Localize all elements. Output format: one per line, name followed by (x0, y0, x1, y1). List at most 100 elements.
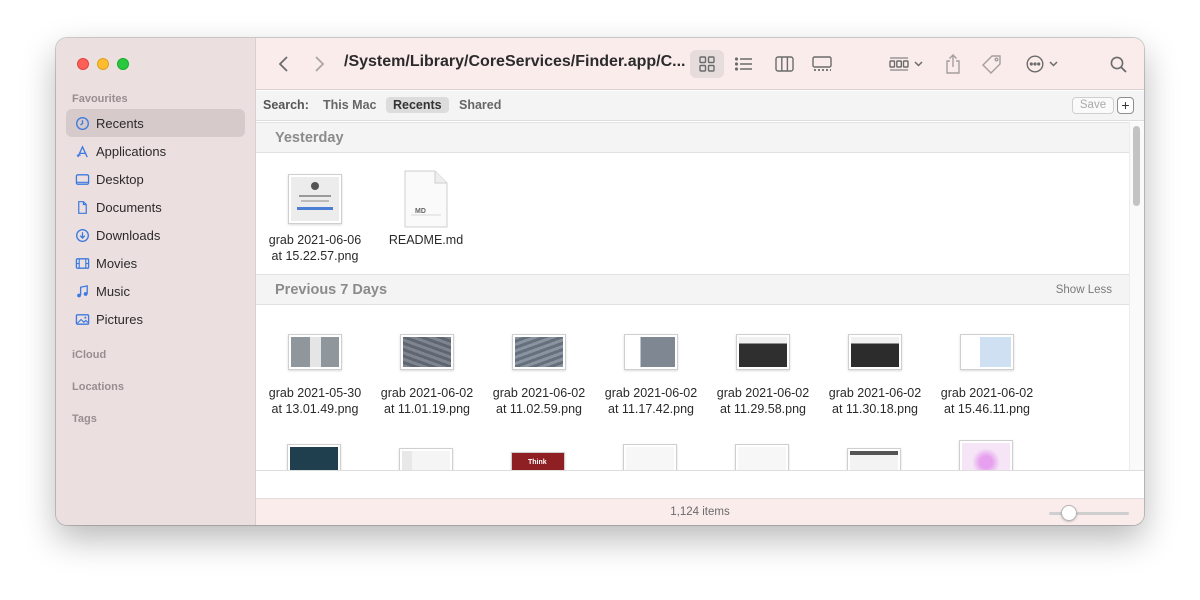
file-name-line: grab 2021-05-30 (268, 386, 362, 400)
download-icon (74, 227, 90, 243)
window-title: /System/Library/CoreServices/Finder.app/… (344, 53, 686, 70)
icloud-heading[interactable]: iCloud (72, 349, 106, 361)
file-item[interactable]: grab 2021-06-06 at 15.22.57.png (260, 168, 370, 264)
action-menu-button[interactable] (1020, 50, 1064, 78)
sidebar-item-pictures[interactable]: Pictures (66, 305, 245, 333)
file-name: grab 2021-06-02 at 11.02.59.png (484, 385, 594, 417)
save-search-button[interactable]: Save (1072, 97, 1114, 114)
chevron-down-icon (914, 61, 923, 67)
sidebar-item-documents[interactable]: Documents (66, 193, 245, 221)
tag-button[interactable] (977, 50, 1007, 78)
scope-this-mac[interactable]: This Mac (316, 97, 384, 113)
file-item[interactable]: grab 2021-06-02 at 11.29.58.png (708, 321, 818, 417)
path-bar (256, 471, 1144, 499)
vertical-scrollbar[interactable] (1129, 122, 1144, 470)
file-name-line: at 11.01.19.png (384, 402, 470, 416)
tags-heading[interactable]: Tags (72, 413, 97, 425)
file-thumbnail[interactable]: Think Tank (511, 452, 565, 470)
file-name-line: grab 2021-06-02 (828, 386, 922, 400)
file-type-badge: MD (415, 208, 426, 215)
photo-icon (74, 311, 90, 327)
sidebar-item-label: Recents (96, 115, 144, 131)
file-thumbnail (708, 321, 818, 383)
file-name-line: grab 2021-06-02 (940, 386, 1034, 400)
status-bar: 1,124 items (256, 470, 1144, 525)
file-item[interactable]: grab 2021-05-30 at 13.01.49.png (260, 321, 370, 417)
close-button[interactable] (77, 58, 89, 70)
locations-heading[interactable]: Locations (72, 381, 124, 393)
file-name: grab 2021-05-30 at 13.01.49.png (260, 385, 370, 417)
list-view-button[interactable] (727, 50, 761, 78)
file-thumbnail[interactable] (287, 444, 341, 470)
scope-recents[interactable]: Recents (386, 97, 449, 113)
file-thumbnail[interactable] (959, 440, 1013, 470)
sidebar-item-downloads[interactable]: Downloads (66, 221, 245, 249)
group-grid-icon (889, 57, 909, 71)
show-less-button[interactable]: Show Less (1056, 284, 1112, 296)
group-title: Yesterday (275, 130, 344, 146)
file-name: grab 2021-06-02 at 15.46.11.png (932, 385, 1042, 417)
file-name-line: grab 2021-06-02 (380, 386, 474, 400)
search-button[interactable] (1104, 50, 1132, 78)
icon-size-slider-knob[interactable] (1061, 505, 1077, 521)
tag-icon (982, 55, 1001, 74)
file-name-line: grab 2021-06-02 (716, 386, 810, 400)
clock-icon (74, 115, 90, 131)
sidebar-item-movies[interactable]: Movies (66, 249, 245, 277)
sidebar-item-music[interactable]: Music (66, 277, 245, 305)
file-name-line: at 15.46.11.png (944, 402, 1030, 416)
sidebar-item-label: Documents (96, 199, 162, 215)
share-icon (946, 54, 960, 74)
gallery-view-button[interactable] (805, 50, 839, 78)
sidebar-item-desktop[interactable]: Desktop (66, 165, 245, 193)
file-name-line: at 15.22.57.png (271, 249, 359, 263)
minimize-button[interactable] (97, 58, 109, 70)
file-name-line: at 11.29.58.png (720, 402, 806, 416)
file-name: grab 2021-06-02 at 11.01.19.png (372, 385, 482, 417)
zoom-button[interactable] (117, 58, 129, 70)
sidebar-item-applications[interactable]: Applications (66, 137, 245, 165)
file-thumbnail (260, 321, 370, 383)
file-name-line: README.md (388, 233, 464, 247)
file-thumbnail[interactable] (399, 448, 453, 470)
icon-view-button[interactable] (690, 50, 724, 78)
file-name-line: grab 2021-06-02 (492, 386, 586, 400)
sidebar-item-label: Pictures (96, 311, 143, 327)
scrollbar-thumb[interactable] (1133, 126, 1140, 206)
applications-icon (74, 143, 90, 159)
group-header-yesterday: Yesterday (256, 122, 1129, 153)
file-item[interactable]: grab 2021-06-02 at 11.01.19.png (372, 321, 482, 417)
scope-shared[interactable]: Shared (452, 97, 508, 113)
file-item[interactable]: grab 2021-06-02 at 11.17.42.png (596, 321, 706, 417)
file-name-line: at 13.01.49.png (271, 402, 359, 416)
search-scope-bar: Search: This Mac Recents Shared Save + (256, 91, 1144, 121)
film-icon (74, 255, 90, 271)
file-thumbnail[interactable] (735, 444, 789, 470)
column-view-button[interactable] (767, 50, 801, 78)
file-thumbnail (820, 321, 930, 383)
search-icon (1110, 56, 1127, 73)
chevron-left-icon (278, 56, 288, 72)
file-name-line: at 11.17.42.png (608, 402, 694, 416)
file-thumbnail[interactable] (847, 448, 901, 470)
document-icon (371, 168, 481, 230)
group-by-button[interactable] (884, 50, 928, 78)
file-item[interactable]: grab 2021-06-02 at 11.02.59.png (484, 321, 594, 417)
file-item[interactable]: grab 2021-06-02 at 11.30.18.png (820, 321, 930, 417)
group-title: Previous 7 Days (275, 282, 388, 298)
add-criteria-button[interactable]: + (1117, 97, 1134, 114)
grid-icon (699, 56, 715, 72)
file-thumbnail (372, 321, 482, 383)
file-item[interactable]: grab 2021-06-02 at 15.46.11.png (932, 321, 1042, 417)
share-button[interactable] (938, 50, 968, 78)
file-item[interactable]: MD README.md (371, 168, 481, 248)
file-name-line: grab 2021-06-02 (604, 386, 698, 400)
file-name-line: grab 2021-06-06 (268, 233, 362, 247)
forward-button[interactable] (307, 50, 331, 78)
sidebar-item-recents[interactable]: Recents (66, 109, 245, 137)
window-controls (77, 58, 129, 70)
file-thumbnail[interactable] (623, 444, 677, 470)
back-button[interactable] (272, 50, 296, 78)
sidebar-item-label: Music (96, 283, 130, 299)
file-thumbnail (260, 168, 370, 230)
